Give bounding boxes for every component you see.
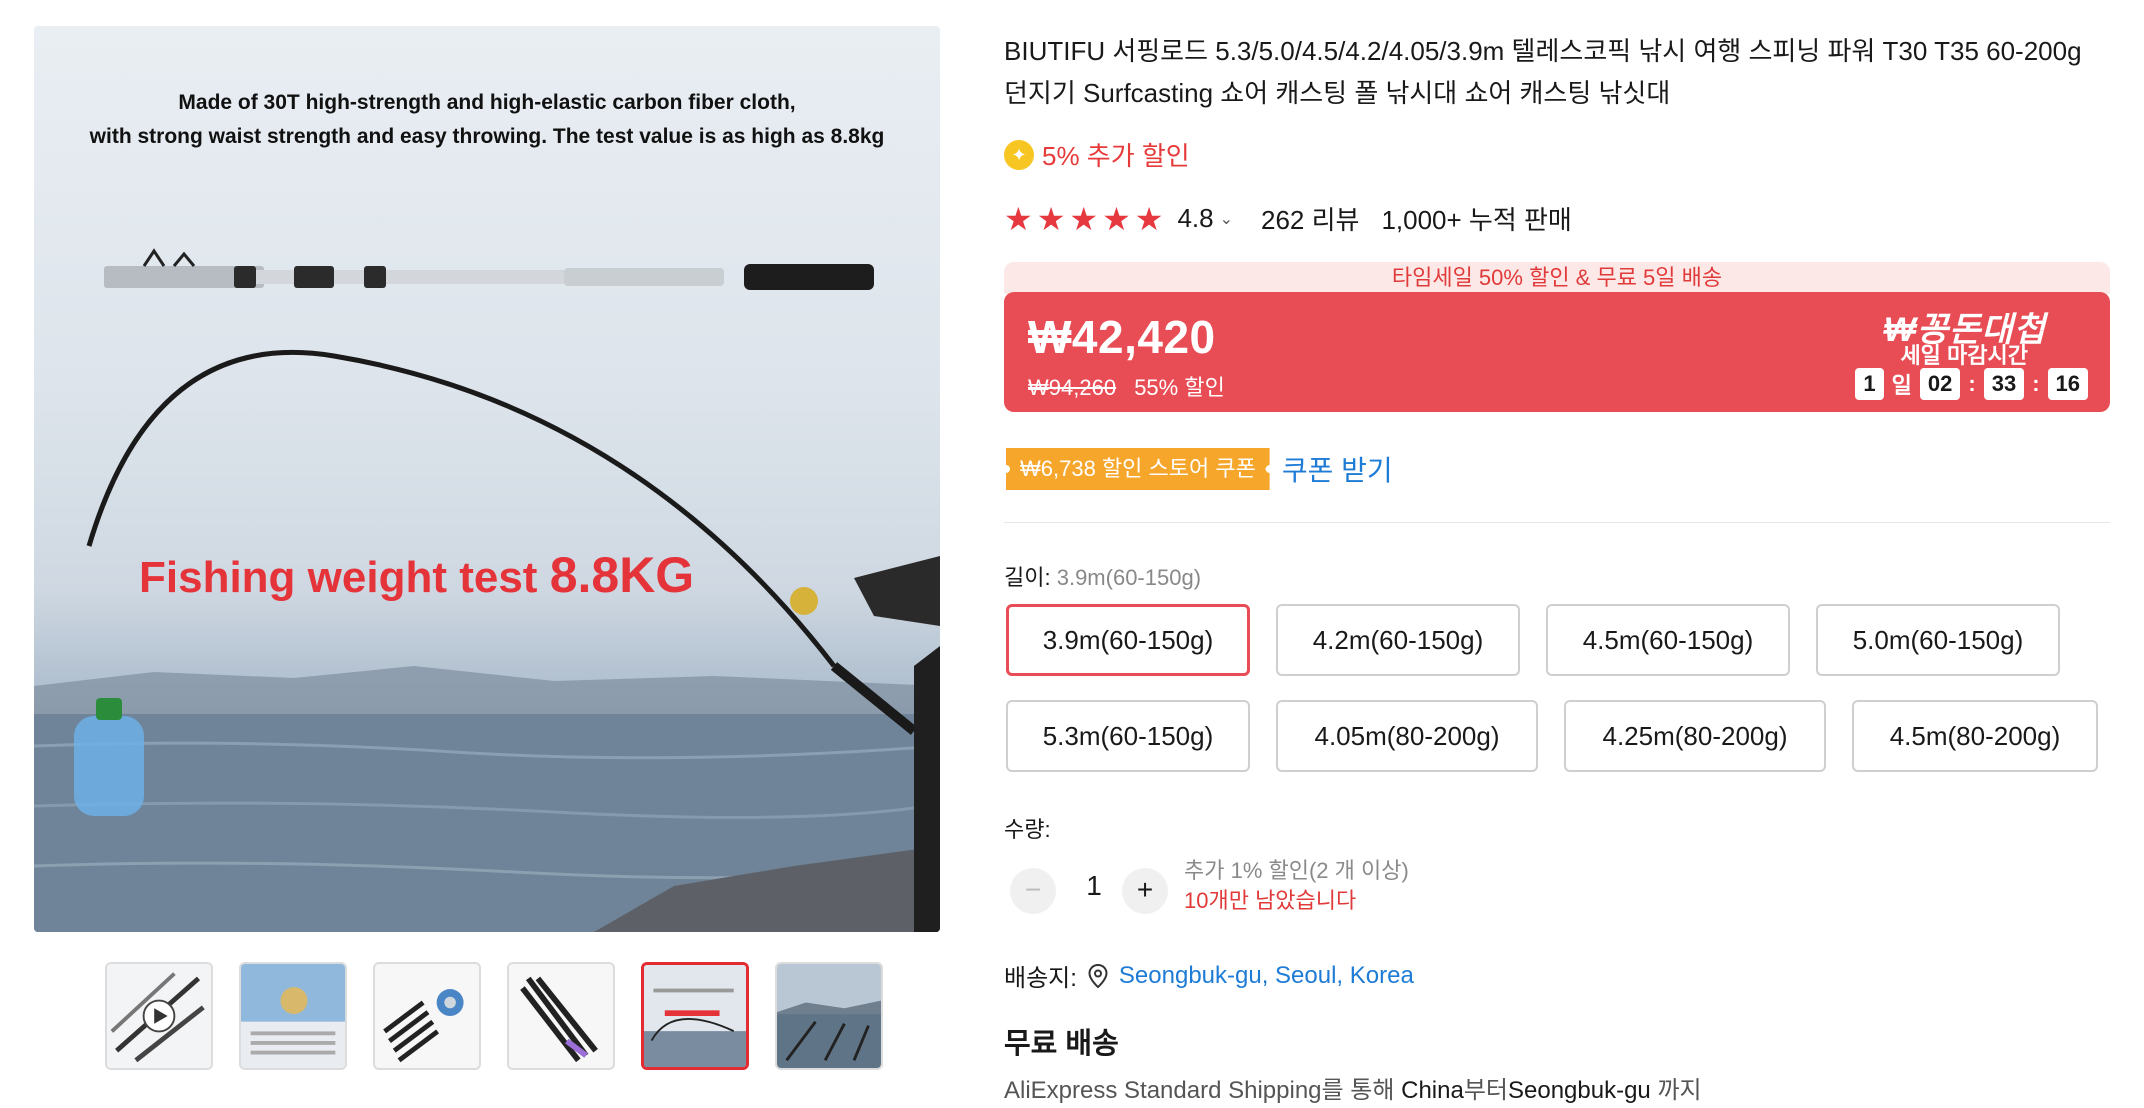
thumbnail-4[interactable] <box>507 962 615 1070</box>
rating-row: ★ ★ ★ ★ ★ 4.8 ⌄ 262 리뷰 1,000+ 누적 판매 <box>1004 200 1572 237</box>
shipping-location-link[interactable]: Seongbuk-gu, Seoul, Korea <box>1119 962 1414 990</box>
product-main-image[interactable]: Made of 30T high-strength and high-elast… <box>34 26 940 932</box>
countdown-days: 1 <box>1855 368 1884 400</box>
get-coupon-link[interactable]: 쿠폰 받기 <box>1282 449 1393 489</box>
sold-count: 1,000+ 누적 판매 <box>1381 205 1572 235</box>
star-icon: ★ <box>1069 200 1099 237</box>
image-caption-line2: with strong waist strength and easy thro… <box>89 125 885 148</box>
sale-countdown: 1 일 02 : 33 : 16 <box>1855 368 2088 400</box>
countdown-separator: : <box>2032 371 2040 396</box>
length-option[interactable]: 4.25m(80-200g) <box>1564 700 1826 772</box>
length-option[interactable]: 4.05m(80-200g) <box>1276 700 1538 772</box>
free-shipping-title: 무료 배송 <box>1004 1028 1119 1060</box>
rating-value[interactable]: 4.8 <box>1177 203 1213 234</box>
coin-icon: ✦ <box>1004 139 1034 170</box>
chevron-down-icon[interactable]: ⌄ <box>1220 209 1233 229</box>
length-label-text: 길이: <box>1004 565 1051 590</box>
image-headline-text: Fishing weight test <box>139 553 538 602</box>
review-count[interactable]: 262 리뷰 <box>1261 200 1359 237</box>
star-icon: ★ <box>1102 200 1131 237</box>
length-label: 길이: 3.9m(60-150g) <box>1004 560 1201 592</box>
thumbnail-image <box>777 964 881 1068</box>
star-icon: ★ <box>1004 200 1033 237</box>
thumbnail-5[interactable] <box>641 962 749 1070</box>
length-option[interactable]: 4.5m(80-200g) <box>1852 700 2098 772</box>
image-headline: Fishing weight test 8.8KG <box>139 546 694 604</box>
thumbnail-2[interactable] <box>239 962 347 1070</box>
thumbnail-image <box>107 964 211 1068</box>
thumbnail-image <box>644 965 746 1067</box>
star-icon: ★ <box>1134 200 1164 237</box>
extra-discount: ✦ 5% 추가 할인 <box>1004 136 1190 173</box>
stock-warning: 10개만 남았습니다 <box>1184 888 1357 913</box>
product-photo <box>34 248 940 932</box>
shipping-description: AliExpress Standard Shipping를 통해 China부터… <box>1004 1070 1702 1105</box>
original-price: ₩94,260 <box>1028 375 1117 400</box>
length-selected-value: 3.9m(60-150g) <box>1056 565 1202 590</box>
countdown-minutes: 33 <box>1983 368 2025 400</box>
thumbnail-6[interactable] <box>775 962 883 1070</box>
original-price-row: ₩94,260 55% 할인 <box>1028 370 1225 402</box>
countdown-days-unit: 일 <box>1891 373 1912 398</box>
current-price: ₩42,420 <box>1028 311 1216 363</box>
thumbnail-image <box>509 964 613 1068</box>
countdown-hours: 02 <box>1919 368 1961 400</box>
timesale-banner: 타임세일 50% 할인 & 무료 5일 배송 <box>1004 262 2110 294</box>
thumbnail-3[interactable] <box>373 962 481 1070</box>
length-option[interactable]: 3.9m(60-150g) <box>1006 604 1250 676</box>
product-title: BIUTIFU 서핑로드 5.3/5.0/4.5/4.2/4.05/3.9m 텔… <box>1004 36 2082 108</box>
coupon-row: ₩6,738 할인 스토어 쿠폰 쿠폰 받기 <box>1006 448 1393 490</box>
quantity-discount-note: 추가 1% 할인(2 개 이상) <box>1184 858 1409 883</box>
discount-percent: 55% 할인 <box>1134 375 1225 400</box>
length-option[interactable]: 5.0m(60-150g) <box>1816 604 2060 676</box>
shipping-destination-suffix: 까지 <box>1650 1077 1702 1104</box>
thumbnail-image <box>241 964 345 1068</box>
extra-discount-text: 5% 추가 할인 <box>1042 141 1190 171</box>
thumbnail-image <box>375 964 479 1068</box>
shipping-by: 를 통해 <box>1321 1077 1402 1104</box>
length-option[interactable]: 5.3m(60-150g) <box>1006 700 1250 772</box>
shipping-destination-row: 배송지: Seongbuk-gu, Seoul, Korea <box>1004 958 1414 993</box>
sale-deadline-label: 세일 마감시간 <box>1900 343 2028 368</box>
length-option[interactable]: 4.2m(60-150g) <box>1276 604 1520 676</box>
image-caption: Made of 30T high-strength and high-elast… <box>34 86 940 154</box>
quantity-value[interactable]: 1 <box>1074 870 1114 902</box>
shipping-origin: China <box>1401 1077 1464 1104</box>
countdown-seconds: 16 <box>2047 368 2088 400</box>
thumbnail-1[interactable] <box>105 962 213 1070</box>
length-option[interactable]: 4.5m(60-150g) <box>1546 604 1790 676</box>
shipping-service: AliExpress Standard Shipping <box>1004 1077 1322 1104</box>
quantity-label: 수량: <box>1004 817 1051 842</box>
star-icon: ★ <box>1036 200 1066 237</box>
image-headline-value: 8.8KG <box>549 547 695 603</box>
rating-stars: ★ ★ ★ ★ ★ <box>1004 203 1163 235</box>
location-pin-icon <box>1088 963 1108 988</box>
divider <box>1004 522 2110 523</box>
quantity-decrease-button[interactable]: − <box>1010 868 1056 914</box>
countdown-separator: : <box>1968 371 1976 396</box>
quantity-increase-button[interactable]: + <box>1122 868 1168 914</box>
price-box: ₩42,420 ₩94,260 55% 할인 ₩꽁돈대첩 세일 마감시간 1 일… <box>1004 292 2110 412</box>
shipping-origin-suffix: 부터 <box>1463 1077 1508 1104</box>
shipping-destination: Seongbuk-gu <box>1508 1077 1651 1104</box>
image-caption-line1: Made of 30T high-strength and high-elast… <box>178 91 796 114</box>
store-coupon-badge[interactable]: ₩6,738 할인 스토어 쿠폰 <box>1006 448 1270 490</box>
shipping-label: 배송지: <box>1004 965 1077 992</box>
